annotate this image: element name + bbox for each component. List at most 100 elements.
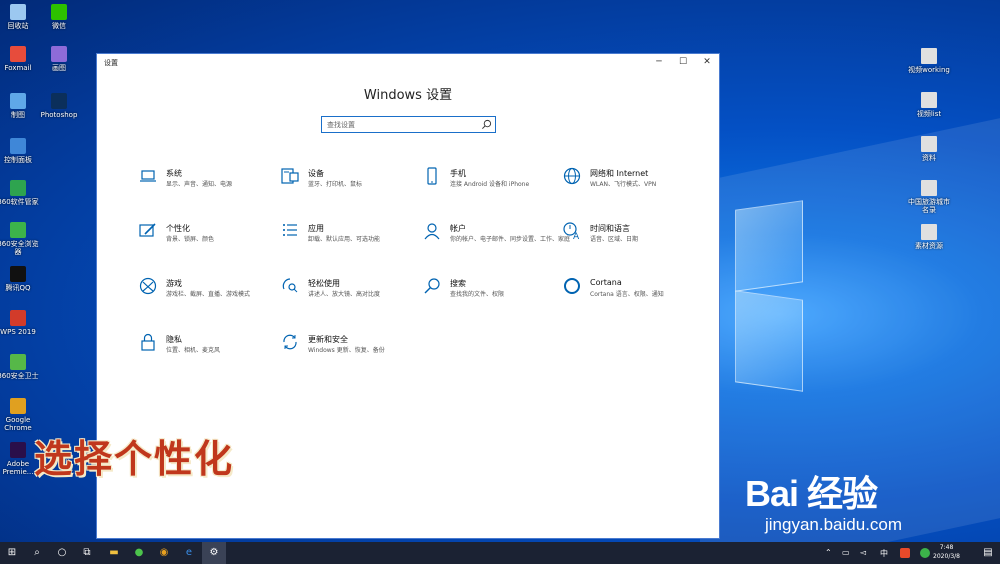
volume-icon[interactable]: ◅ — [860, 548, 870, 558]
tray-chevron-icon[interactable]: ⌃ — [825, 548, 835, 558]
desktop-icon[interactable]: 素材资源 — [906, 224, 952, 250]
category-description: 背景、锁屏、颜色 — [166, 236, 215, 243]
svg-text:A: A — [573, 232, 580, 240]
desktop-icon[interactable]: WPS 2019 — [0, 310, 41, 336]
baidu-watermark: Bai 经验 jingyan.baidu.com — [745, 465, 902, 534]
tutorial-caption: 选择个性化 — [34, 437, 235, 481]
settings-category-9[interactable]: 游戏 游戏栏、截屏、直播、游戏模式 — [139, 277, 279, 311]
network-icon[interactable]: ▭ — [842, 548, 852, 558]
desktop-icon[interactable]: 中国旅游城市名录 — [906, 180, 952, 214]
chrome-icon[interactable]: ◉ — [152, 542, 176, 564]
taskbar-clock[interactable]: 7:48 2020/3/8 — [933, 543, 960, 561]
desktop-icon-label: 微信 — [52, 22, 66, 30]
file-icon — [921, 180, 937, 196]
taskbar: ⊞ ⌕ ○ ⧉ ▬ ● ◉ e ⚙ ⌃ ▭ ◅ 中 7:48 2020/3/8 … — [0, 542, 1000, 564]
category-description: 你的帐户、电子邮件、同步设置、工作、家庭 — [450, 236, 571, 243]
desktop-icon[interactable]: 画图 — [36, 46, 82, 72]
desktop-icon[interactable]: 微信 — [36, 4, 82, 30]
category-name: 帐户 — [450, 224, 466, 233]
clock-date: 2020/3/8 — [933, 553, 960, 560]
app-icon — [10, 310, 26, 326]
settings-taskbar-icon[interactable]: ⚙ — [202, 542, 226, 564]
category-description: WLAN、飞行模式、VPN — [590, 181, 657, 188]
category-name: 设备 — [308, 169, 324, 178]
desktop-icon-label: 视频working — [908, 66, 950, 74]
settings-category-7[interactable]: 帐户你的帐户、电子邮件、同步设置、工作、家庭 — [423, 222, 570, 256]
category-name: 隐私 — [166, 335, 182, 344]
app-icon — [51, 4, 67, 20]
settings-category-5[interactable]: 个性化 背景、锁屏、颜色 — [139, 222, 279, 256]
notification-icon[interactable]: ▤ — [976, 542, 1000, 564]
category-description: Cortana 语言、权限、通知 — [590, 291, 664, 298]
settings-category-10[interactable]: 轻松使用 讲述人、放大镜、高对比度 — [281, 277, 421, 311]
desktop-icon[interactable]: Foxmail — [0, 46, 41, 72]
ease-of-access-icon — [282, 278, 298, 293]
category-name: 游戏 — [166, 279, 182, 288]
settings-category-8[interactable]: A 时间和语言 语音、区域、日期 — [563, 222, 703, 256]
watermark-url: jingyan.baidu.com — [765, 515, 903, 534]
desktop-icon[interactable]: 360安全卫士 — [0, 354, 41, 380]
settings-category-11[interactable]: 搜索查找我的文件、权限 — [423, 277, 563, 311]
wechat-tray-icon[interactable] — [920, 548, 930, 558]
laptop-icon — [140, 170, 156, 182]
file-explorer-icon[interactable]: ▬ — [102, 542, 126, 564]
desktop-icon[interactable]: 腾讯QQ — [0, 266, 41, 292]
settings-category-4[interactable]: 网络和 Internet WLAN、飞行模式、VPN — [563, 167, 703, 201]
desktop-icon-label: 腾讯QQ — [5, 284, 31, 292]
start-button[interactable]: ⊞ — [0, 542, 24, 564]
person-icon — [424, 223, 440, 240]
desktop-icon[interactable]: Photoshop — [36, 93, 82, 119]
task-view-icon[interactable]: ⧉ — [75, 542, 99, 564]
cortana-icon[interactable]: ○ — [50, 542, 74, 564]
settings-category-13[interactable]: 隐私 位置、相机、麦克风 — [139, 333, 279, 367]
category-name: 网络和 Internet — [590, 169, 649, 178]
input-method-icon[interactable]: 中 — [880, 548, 890, 558]
list-icon — [283, 224, 297, 236]
app-icon — [51, 46, 67, 62]
settings-category-1[interactable]: 系统 显示、声音、通知、电源 — [139, 167, 279, 201]
app-icon — [10, 266, 26, 282]
search-input[interactable]: 查找设置 — [321, 116, 496, 133]
window-titlebar[interactable]: 设置 ─ ☐ ✕ — [97, 54, 719, 70]
settings-category-3[interactable]: 手机 连接 Android 设备和 iPhone — [423, 167, 563, 201]
category-description: 查找我的文件、权限 — [450, 291, 505, 298]
settings-category-12[interactable]: Cortana Cortana 语言、权限、通知 — [563, 277, 703, 311]
edge-icon[interactable]: e — [177, 542, 201, 564]
app-icon — [10, 354, 26, 370]
search-icon — [424, 278, 440, 294]
maximize-button[interactable]: ☐ — [671, 54, 695, 70]
close-button[interactable]: ✕ — [695, 54, 719, 70]
minimize-button[interactable]: ─ — [647, 54, 671, 70]
globe-icon — [563, 167, 581, 185]
desktop-icon[interactable]: 视频working — [906, 48, 952, 74]
desktop-icon[interactable]: 资料 — [906, 136, 952, 162]
desktop-icon[interactable]: 360软件管家 — [0, 180, 41, 206]
watermark-brand: Bai 经验 — [745, 473, 878, 514]
desktop-icon-label: 制图 — [11, 111, 25, 119]
category-name: 应用 — [308, 224, 324, 233]
settings-category-6[interactable]: 应用 卸载、默认应用、可选功能 — [281, 222, 421, 256]
desktop-icon-label: 控制面板 — [4, 156, 32, 164]
category-name: 搜索 — [450, 279, 466, 288]
wallpaper-pane-2 — [735, 290, 803, 392]
app-icon — [10, 442, 26, 458]
tray-app-icon[interactable] — [900, 548, 910, 558]
brush-icon — [139, 223, 156, 237]
app-icon — [10, 222, 26, 238]
desktop-icon[interactable]: 视频list — [906, 92, 952, 118]
search-icon — [482, 119, 492, 129]
settings-category-2[interactable]: 设备 蓝牙、打印机、鼠标 — [281, 167, 421, 201]
360-browser-icon[interactable]: ● — [127, 542, 151, 564]
settings-category-14[interactable]: 更新和安全 Windows 更新、恢复、备份 — [281, 333, 421, 367]
taskbar-search-icon[interactable]: ⌕ — [25, 542, 49, 564]
desktop-icon-label: 360安全卫士 — [0, 372, 39, 380]
desktop-icon[interactable]: Google Chrome — [0, 398, 41, 432]
desktop-icon[interactable]: 制图 — [0, 93, 41, 119]
category-name: 轻松使用 — [308, 279, 340, 288]
category-name: 系统 — [166, 169, 182, 178]
desktop-icon[interactable]: 回收站 — [0, 4, 41, 30]
desktop-icon[interactable]: 控制面板 — [0, 138, 41, 164]
desktop-icon[interactable]: 360安全浏览器 — [0, 222, 41, 256]
category-name: Cortana — [590, 278, 622, 287]
xbox-icon — [139, 277, 157, 295]
